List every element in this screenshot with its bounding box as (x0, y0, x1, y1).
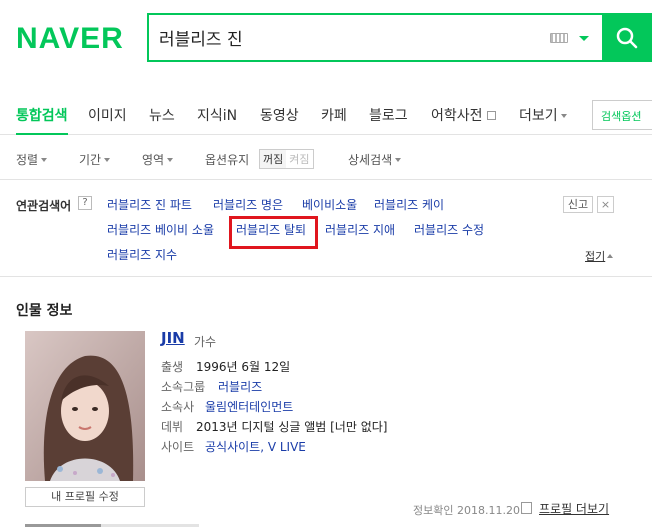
more-profile-link[interactable]: 프로필 더보기 (539, 500, 609, 517)
tab-images[interactable]: 이미지 (88, 105, 127, 125)
tab-kin[interactable]: 지식iN (197, 105, 237, 125)
toggle-on[interactable]: 켜짐 (286, 150, 312, 168)
search-box (147, 13, 602, 62)
search-options-button[interactable]: 검색옵션 (592, 100, 652, 130)
filter-sort[interactable]: 정렬 (16, 151, 48, 168)
filter-bar: 정렬 기간 영역 옵션유지 꺼짐 켜짐 상세검색 (0, 136, 652, 180)
related-keyword[interactable]: 베이비소울 (302, 196, 357, 213)
related-title: 연관검색어 (16, 199, 72, 213)
verify-label: 정보확인 (413, 504, 454, 517)
close-icon[interactable]: × (597, 196, 614, 213)
filter-area[interactable]: 영역 (142, 151, 174, 168)
info-label-debut: 데뷔 (161, 420, 184, 434)
verify-date: 2018.11.20. (456, 504, 524, 517)
search-tabs: 통합검색 이미지 뉴스 지식iN 동영상 카페 블로그 어학사전 더보기 검색옵… (0, 95, 652, 135)
filter-detail-label: 상세검색 (348, 153, 393, 167)
related-keyword[interactable]: 러블리즈 베이비 소울 (107, 221, 214, 238)
info-label-site: 사이트 (161, 440, 195, 454)
profile-photo[interactable] (25, 331, 145, 481)
person-name-link[interactable]: JIN (161, 329, 185, 347)
related-keyword[interactable]: 러블리즈 케이 (374, 196, 444, 213)
tab-dictionary-label: 어학사전 (431, 108, 483, 124)
tab-blog[interactable]: 블로그 (369, 105, 408, 125)
toggle-off[interactable]: 꺼짐 (260, 150, 287, 168)
tab-more-label: 더보기 (519, 108, 558, 124)
highlight-annotation-box (229, 216, 318, 249)
person-role: 가수 (194, 335, 217, 349)
info-verified: 정보확인 2018.11.20. (413, 502, 523, 518)
related-keyword[interactable]: 러블리즈 명은 (213, 196, 283, 213)
info-label-group: 소속그룹 (161, 380, 206, 394)
chevron-down-icon (104, 158, 111, 162)
info-label-birth: 출생 (161, 360, 184, 374)
related-keyword[interactable]: 러블리즈 지애 (325, 221, 395, 238)
filter-detail[interactable]: 상세검색 (348, 151, 402, 168)
tab-cafe[interactable]: 카페 (321, 105, 347, 125)
chevron-down-icon (395, 158, 402, 162)
fold-label: 접기 (585, 250, 606, 263)
help-icon[interactable]: ? (78, 196, 92, 210)
keyboard-icon[interactable] (550, 33, 568, 43)
search-button[interactable] (602, 13, 652, 62)
related-searches: 연관검색어 ? 러블리즈 진 파트 러블리즈 명은 베이비소울 러블리즈 케이 … (0, 180, 652, 277)
info-value-agency-link[interactable]: 울림엔터테인먼트 (205, 398, 293, 415)
naver-logo[interactable]: NAVER (16, 22, 124, 56)
profile-photo-image (25, 331, 145, 481)
filter-area-label: 영역 (142, 153, 165, 167)
keep-option-toggle[interactable]: 꺼짐 켜짐 (259, 149, 314, 169)
chevron-down-icon (167, 158, 174, 162)
tab-dictionary[interactable]: 어학사전 (431, 105, 496, 125)
filter-period-label: 기간 (79, 153, 102, 167)
chevron-down-icon (560, 114, 567, 118)
info-value-birth: 1996년 6월 12일 (196, 360, 291, 374)
tab-video[interactable]: 동영상 (260, 105, 299, 125)
chevron-down-icon (41, 158, 48, 162)
tab-news[interactable]: 뉴스 (149, 105, 175, 125)
chevron-up-icon (607, 254, 614, 258)
filter-sort-label: 정렬 (16, 153, 39, 167)
tab-more[interactable]: 더보기 (519, 105, 567, 125)
info-value-debut: 2013년 디지털 싱글 앨범 [너만 없다] (196, 420, 388, 434)
filter-period[interactable]: 기간 (79, 151, 111, 168)
fold-link[interactable]: 접기 (585, 248, 614, 264)
tab-integrated[interactable]: 통합검색 (16, 105, 68, 135)
keep-option-label: 옵션유지 (205, 153, 250, 167)
info-value-site-link[interactable]: 공식사이트, V LIVE (205, 438, 306, 455)
section-title: 인물 정보 (16, 303, 73, 319)
related-keyword[interactable]: 러블리즈 지수 (107, 246, 177, 263)
related-keyword[interactable]: 러블리즈 수정 (414, 221, 484, 238)
report-button[interactable]: 신고 (563, 196, 593, 213)
search-icon (616, 27, 638, 48)
search-input[interactable] (149, 17, 529, 58)
info-value-group-link[interactable]: 러블리즈 (218, 378, 262, 395)
autocomplete-toggle-icon[interactable] (579, 36, 589, 41)
related-keyword[interactable]: 러블리즈 진 파트 (107, 196, 192, 213)
edit-profile-button[interactable]: 내 프로필 수정 (25, 487, 145, 507)
external-window-icon (486, 111, 496, 120)
info-label-agency: 소속사 (161, 400, 195, 414)
document-icon (521, 502, 532, 514)
